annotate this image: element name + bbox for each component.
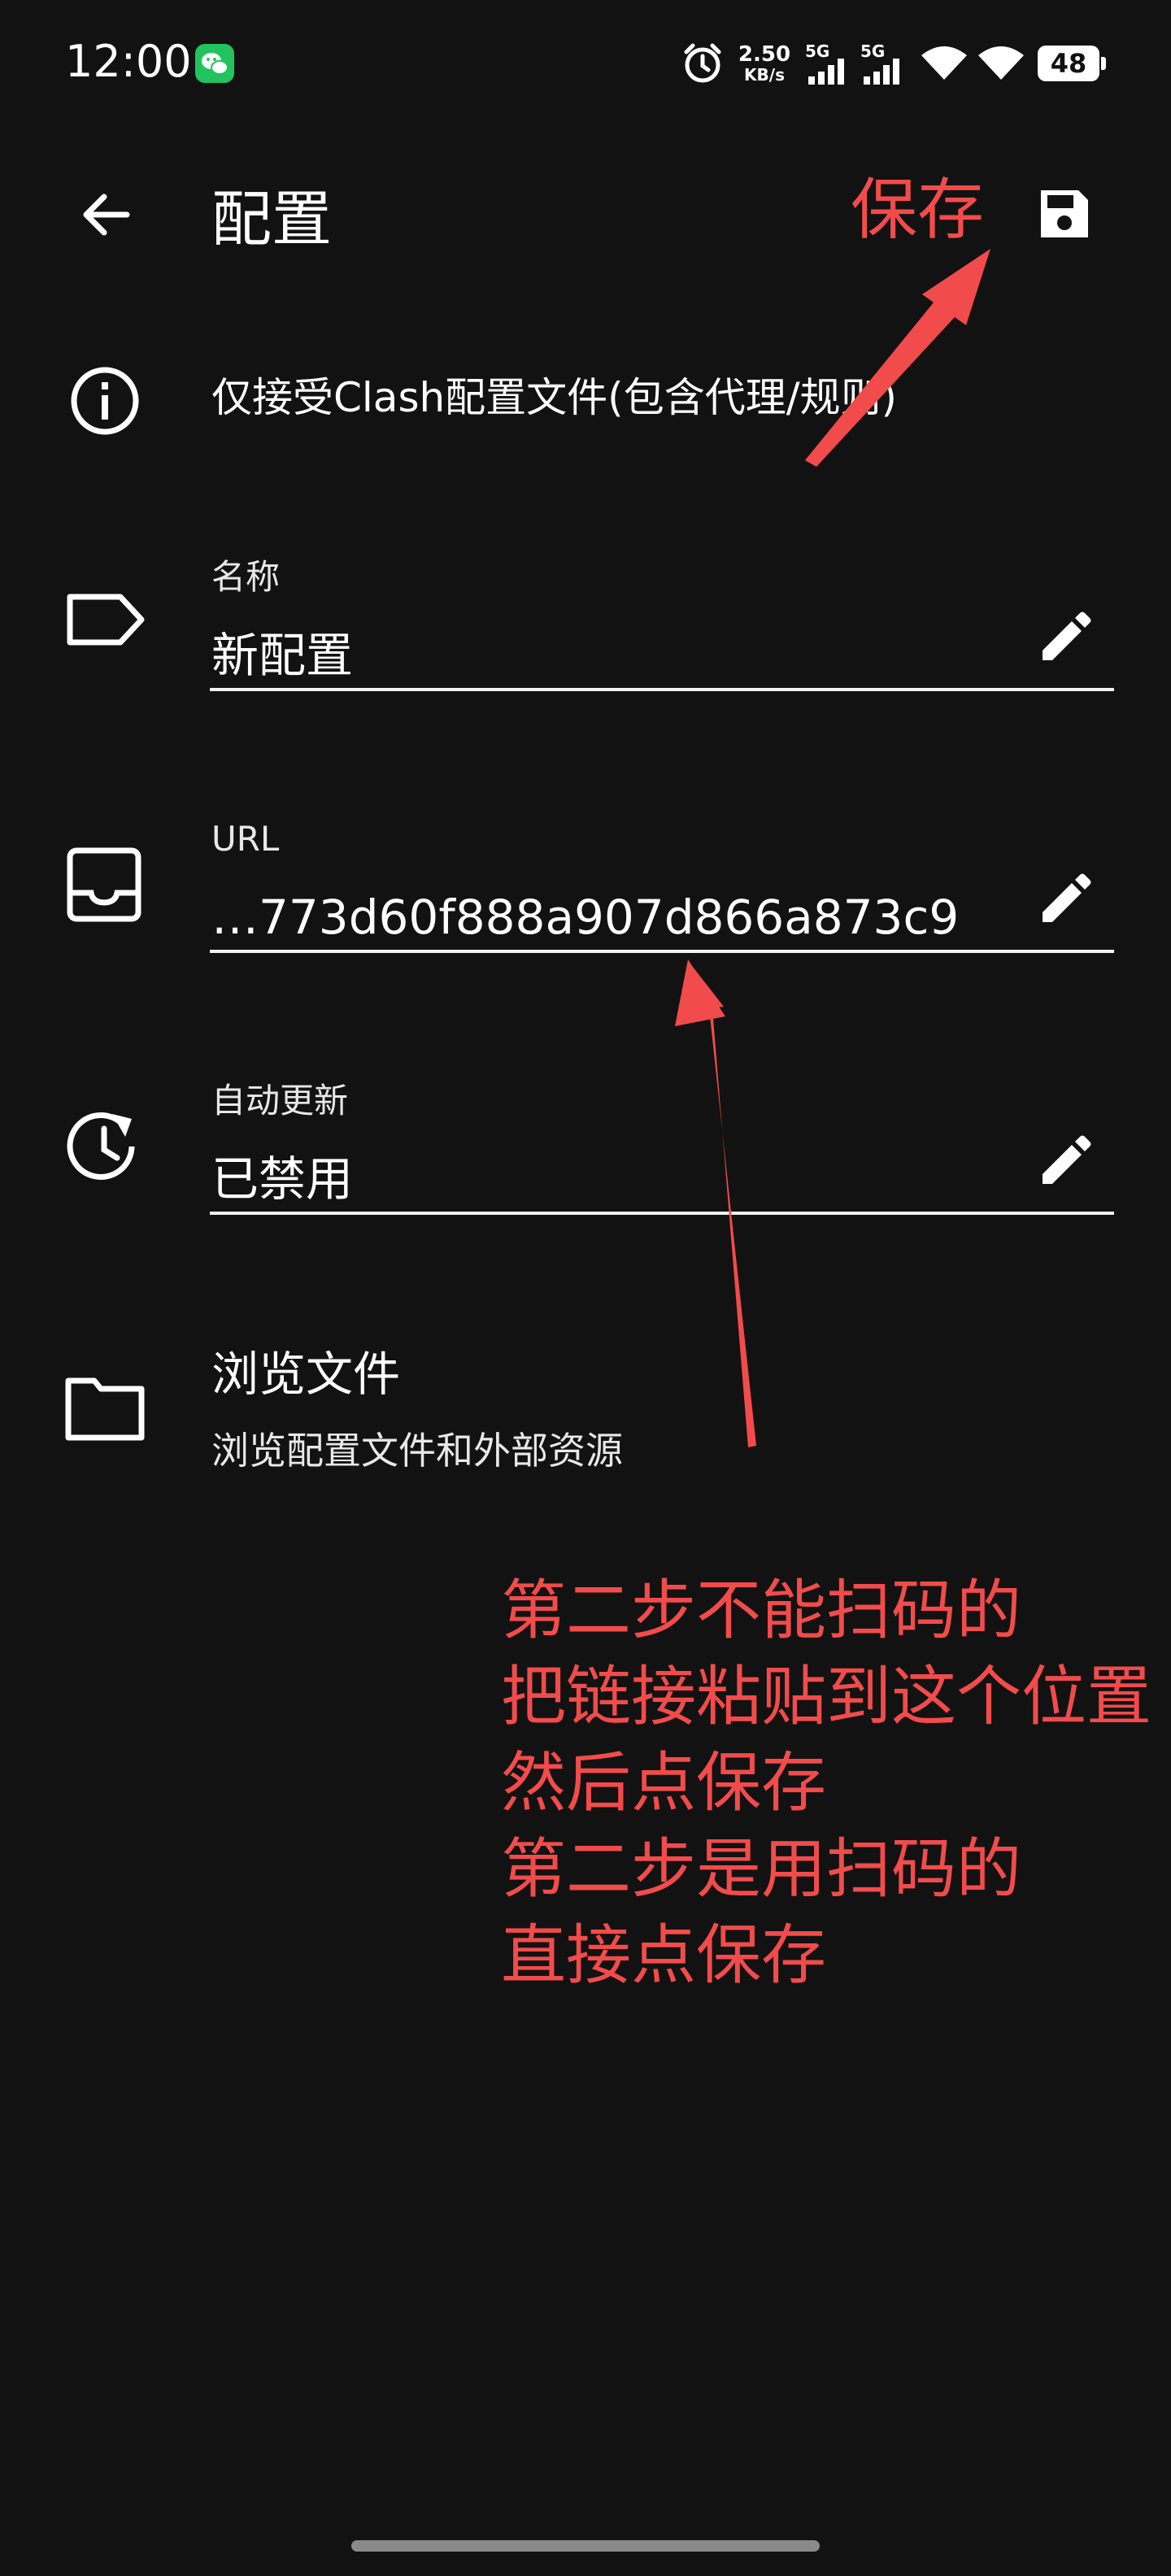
annotation-arrow-to-save (805, 249, 990, 467)
home-indicator[interactable] (351, 2540, 820, 2552)
annotation-line: 第二步是用扫码的 (501, 1831, 1021, 1907)
annotation-instructions: 第二步不能扫码的 把链接粘贴到这个位置 然后点保存 第二步是用扫码的 直接点保存 (501, 1568, 1168, 1999)
annotation-line: 把链接粘贴到这个位置 (501, 1659, 1151, 1734)
annotation-line: 直接点保存 (501, 1917, 826, 1993)
annotation-line: 第二步不能扫码的 (501, 1573, 1021, 1648)
annotation-arrow-to-url (675, 959, 756, 1447)
annotation-line: 然后点保存 (501, 1745, 826, 1821)
annotation-arrows (675, 249, 990, 1447)
